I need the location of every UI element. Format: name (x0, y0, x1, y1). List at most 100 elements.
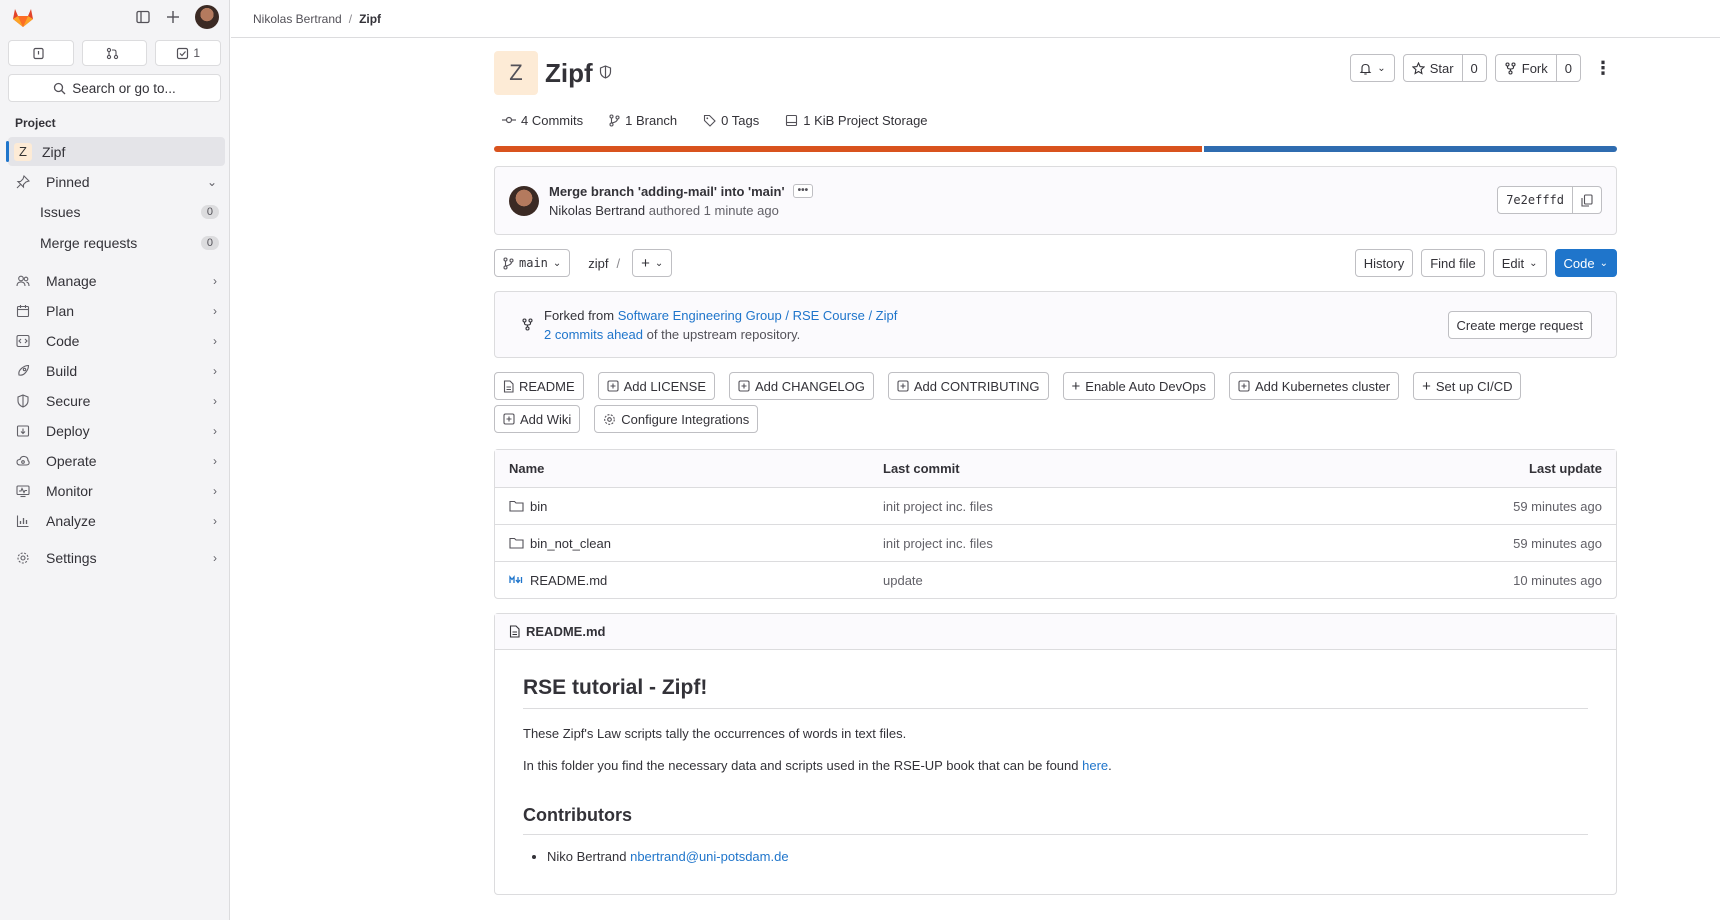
readme-here-link[interactable]: here (1082, 758, 1108, 773)
commit-author-link[interactable]: Nikolas Bertrand (549, 203, 645, 218)
star-count[interactable]: 0 (1462, 54, 1487, 82)
copy-sha-button[interactable] (1573, 186, 1602, 214)
sidebar-toggle-icon[interactable] (135, 9, 151, 25)
create-merge-request-button[interactable]: Create merge request (1447, 311, 1592, 339)
chevron-right-icon: › (213, 333, 217, 348)
set-up-ci-cd-button[interactable]: + Set up CI/CD (1413, 372, 1522, 400)
merge-requests-counter-button[interactable] (81, 40, 148, 66)
search-label: Search or go to... (72, 80, 176, 96)
file-name-link[interactable]: bin (530, 499, 547, 514)
sidebar-item-project[interactable]: Z Zipf (6, 137, 225, 166)
edit-dropdown[interactable]: Edit ⌄ (1492, 249, 1547, 277)
configure-integrations-button[interactable]: Configure Integrations (594, 405, 759, 433)
sidebar: 1 Search or go to... Project Z Zipf Pinn… (0, 0, 230, 920)
sidebar-item-issues[interactable]: Issues 0 (8, 197, 225, 227)
sidebar-item-deploy[interactable]: Deploy › (8, 416, 225, 445)
todo-icon (177, 47, 189, 59)
more-actions-icon[interactable]: ⋮ (1589, 54, 1617, 82)
commits-stat[interactable]: 4 Commits (502, 113, 583, 128)
star-button[interactable]: Star (1402, 54, 1463, 82)
visibility-shield-icon[interactable] (599, 64, 612, 82)
quick-actions: README Add LICENSE Add CHANGELOG Add CON… (494, 372, 1617, 433)
fork-button[interactable]: Fork (1494, 54, 1557, 82)
sidebar-item-label: Merge requests (40, 235, 138, 251)
history-button[interactable]: History (1354, 249, 1414, 277)
contributor-name: Niko Bertrand (547, 849, 631, 864)
file-name-link[interactable]: bin_not_clean (530, 536, 611, 551)
fork-source-link[interactable]: Software Engineering Group / RSE Course … (618, 308, 898, 323)
add-to-tree-dropdown[interactable]: + ⌄ (632, 249, 673, 277)
planning-icon (14, 304, 32, 318)
readme-text: . (1108, 758, 1112, 773)
sidebar-item-analyze[interactable]: Analyze › (8, 506, 225, 535)
repo-path-root-link[interactable]: zipf (588, 256, 608, 271)
quick-action-label: README (519, 378, 575, 394)
branches-stat[interactable]: 1 Branch (609, 113, 677, 128)
sidebar-item-monitor[interactable]: Monitor › (8, 476, 225, 505)
notifications-dropdown[interactable]: ⌄ (1350, 54, 1395, 82)
commit-expand-button[interactable]: ••• (792, 184, 814, 198)
branch-selector[interactable]: main ⌄ (494, 249, 571, 277)
chevron-right-icon: › (213, 423, 217, 438)
add-wiki-button[interactable]: Add Wiki (494, 405, 581, 433)
sidebar-item-settings[interactable]: Settings › (8, 543, 225, 572)
bell-icon (1359, 63, 1372, 75)
sidebar-item-secure[interactable]: Secure › (8, 386, 225, 415)
commit-author-avatar[interactable] (509, 185, 539, 216)
sidebar-item-operate[interactable]: Operate › (8, 446, 225, 475)
gitlab-logo-icon[interactable] (10, 4, 36, 30)
breadcrumb-owner[interactable]: Nikolas Bertrand (253, 12, 342, 26)
table-row[interactable]: README.md update 10 minutes ago (495, 561, 1616, 598)
commit-title-link[interactable]: Merge branch 'adding-mail' into 'main' (549, 184, 785, 199)
quick-action-label: Add Wiki (520, 411, 572, 427)
chevron-right-icon: › (213, 393, 217, 408)
add-license-button[interactable]: Add LICENSE (597, 372, 715, 400)
sidebar-item-label: Operate (46, 452, 97, 469)
sidebar-item-label: Manage (46, 272, 97, 289)
file-name-link[interactable]: README.md (530, 573, 607, 588)
file-last-commit-link[interactable]: update (883, 573, 1513, 588)
add-kubernetes-cluster-button[interactable]: Add Kubernetes cluster (1228, 372, 1400, 400)
sidebar-item-code[interactable]: Code › (8, 326, 225, 355)
plus-icon[interactable] (165, 9, 181, 25)
file-last-commit-link[interactable]: init project inc. files (883, 536, 1513, 551)
search-button[interactable]: Search or go to... (8, 74, 221, 102)
file-tree-table: Name Last commit Last update bin init pr… (494, 449, 1617, 599)
commit-sha[interactable]: 7e2efffd (1497, 186, 1573, 214)
sidebar-item-plan[interactable]: Plan › (8, 296, 225, 325)
plus-icon: + (1422, 377, 1431, 395)
tags-stat[interactable]: 0 Tags (703, 113, 759, 128)
contributor-email-link[interactable]: nbertrand@uni-potsdam.de (630, 849, 788, 864)
table-row[interactable]: bin init project inc. files 59 minutes a… (495, 487, 1616, 524)
sidebar-item-manage[interactable]: Manage › (8, 266, 225, 295)
sidebar-item-pinned[interactable]: Pinned ⌄ (8, 167, 225, 196)
readme-button[interactable]: README (494, 372, 584, 400)
storage-stat[interactable]: 1 KiB Project Storage (785, 113, 928, 128)
gear-icon (14, 551, 32, 565)
project-avatar: Z (494, 51, 538, 95)
rocket-icon (14, 364, 32, 378)
fork-info-panel: Forked from Software Engineering Group /… (494, 291, 1617, 358)
folder-icon (509, 537, 524, 549)
table-header: Name Last commit Last update (495, 450, 1616, 487)
sidebar-item-label: Zipf (42, 143, 66, 160)
find-file-button[interactable]: Find file (1421, 249, 1485, 277)
file-last-commit-link[interactable]: init project inc. files (883, 499, 1513, 514)
readme-filename-link[interactable]: README.md (526, 624, 605, 639)
todos-counter-button[interactable]: 1 (155, 40, 222, 66)
add-contributing-button[interactable]: Add CONTRIBUTING (887, 372, 1049, 400)
table-row[interactable]: bin_not_clean init project inc. files 59… (495, 524, 1616, 561)
sidebar-item-build[interactable]: Build › (8, 356, 225, 385)
add-changelog-button[interactable]: Add CHANGELOG (729, 372, 874, 400)
column-header-name: Name (509, 461, 545, 476)
enable-auto-devops-button[interactable]: + Enable Auto DevOps (1062, 372, 1215, 400)
user-avatar[interactable] (195, 5, 219, 29)
sidebar-item-merge-requests[interactable]: Merge requests 0 (8, 228, 225, 258)
fork-count[interactable]: 0 (1556, 54, 1581, 82)
column-header-last-update: Last update (1529, 461, 1602, 476)
path-separator: / (616, 255, 621, 271)
code-dropdown[interactable]: Code ⌄ (1554, 249, 1617, 277)
issues-counter-button[interactable] (8, 40, 74, 66)
breadcrumb-project[interactable]: Zipf (359, 12, 381, 26)
commits-ahead-link[interactable]: 2 commits ahead (544, 327, 643, 342)
